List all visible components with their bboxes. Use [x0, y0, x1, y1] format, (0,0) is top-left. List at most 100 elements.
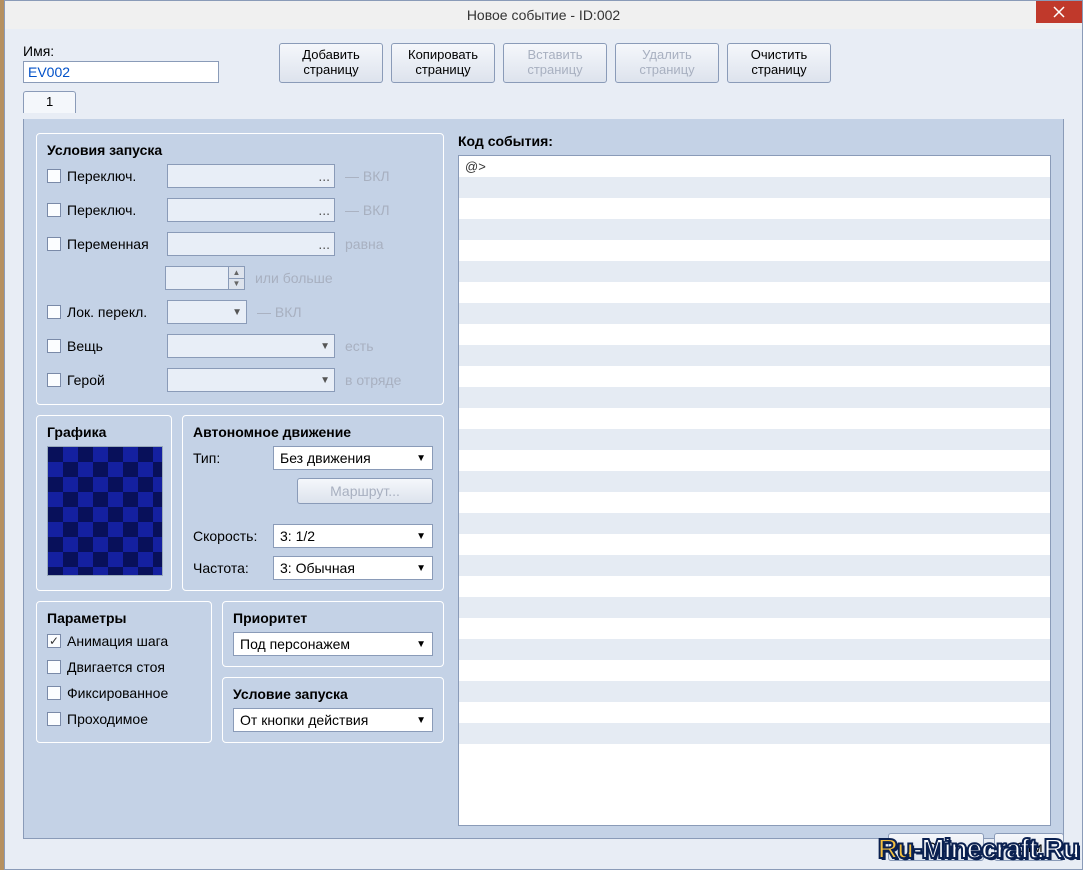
priority-combo[interactable]: Под персонажем▼	[233, 632, 433, 656]
selfswitch-label: Лок. перекл.	[67, 304, 161, 320]
graphic-preview[interactable]	[47, 446, 163, 576]
conditions-group: Условия запуска Переключ. ... — ВКЛ Пере…	[36, 133, 444, 405]
movetype-label: Тип:	[193, 450, 267, 466]
item-suffix: есть	[345, 338, 374, 354]
code-row[interactable]	[459, 408, 1050, 429]
code-row[interactable]	[459, 660, 1050, 681]
variable-suffix2: или больше	[255, 270, 333, 286]
speed-combo[interactable]: 3: 1/2▼	[273, 524, 433, 548]
code-row[interactable]	[459, 198, 1050, 219]
params-group: Параметры Анимация шага Двигается стоя Ф…	[36, 601, 212, 743]
switch1-field[interactable]: ...	[167, 164, 335, 188]
variable-suffix: равна	[345, 236, 384, 252]
code-row[interactable]	[459, 219, 1050, 240]
close-icon	[1053, 6, 1065, 18]
code-row[interactable]	[459, 492, 1050, 513]
trigger-title: Условие запуска	[233, 686, 433, 702]
code-row[interactable]	[459, 597, 1050, 618]
code-row[interactable]	[459, 324, 1050, 345]
code-row[interactable]	[459, 471, 1050, 492]
switch1-label: Переключ.	[67, 168, 161, 184]
code-row[interactable]	[459, 723, 1050, 744]
selfswitch-checkbox[interactable]	[47, 305, 61, 319]
name-input[interactable]	[23, 61, 219, 83]
code-row[interactable]	[459, 534, 1050, 555]
actor-checkbox[interactable]	[47, 373, 61, 387]
code-row[interactable]	[459, 429, 1050, 450]
step-anim-label: Анимация шага	[67, 633, 168, 649]
conditions-title: Условия запуска	[47, 142, 433, 158]
clear-page-button[interactable]: Очистить страницу	[727, 43, 831, 83]
code-row[interactable]	[459, 618, 1050, 639]
code-label: Код события:	[458, 133, 1051, 149]
code-row[interactable]	[459, 555, 1050, 576]
freq-label: Частота:	[193, 560, 267, 576]
walk-anim-checkbox[interactable]	[47, 660, 61, 674]
watermark: Ru-Minecraft.Ru	[878, 833, 1079, 866]
code-row[interactable]	[459, 366, 1050, 387]
code-list[interactable]: @>	[458, 155, 1051, 826]
movetype-combo[interactable]: Без движения▼	[273, 446, 433, 470]
code-row[interactable]	[459, 177, 1050, 198]
code-row[interactable]	[459, 702, 1050, 723]
tab-content: Условия запуска Переключ. ... — ВКЛ Пере…	[23, 119, 1064, 839]
copy-page-button[interactable]: Копировать страницу	[391, 43, 495, 83]
switch2-field[interactable]: ...	[167, 198, 335, 222]
code-row[interactable]	[459, 261, 1050, 282]
variable-value-spinner[interactable]: ▲▼	[165, 266, 245, 290]
item-label: Вещь	[67, 338, 161, 354]
variable-field[interactable]: ...	[167, 232, 335, 256]
priority-title: Приоритет	[233, 610, 433, 626]
automove-group: Автономное движение Тип: Без движения▼ М…	[182, 415, 444, 591]
switch2-checkbox[interactable]	[47, 203, 61, 217]
through-checkbox[interactable]	[47, 712, 61, 726]
code-row[interactable]: @>	[459, 156, 1050, 177]
fixed-dir-checkbox[interactable]	[47, 686, 61, 700]
graphic-title: Графика	[47, 424, 161, 440]
add-page-button[interactable]: Добавить страницу	[279, 43, 383, 83]
variable-label: Переменная	[67, 236, 161, 252]
code-row[interactable]	[459, 513, 1050, 534]
switch2-label: Переключ.	[67, 202, 161, 218]
code-row[interactable]	[459, 450, 1050, 471]
code-row[interactable]	[459, 282, 1050, 303]
page-tab-1[interactable]: 1	[23, 91, 76, 113]
code-row[interactable]	[459, 240, 1050, 261]
name-label: Имя:	[23, 43, 219, 59]
variable-checkbox[interactable]	[47, 237, 61, 251]
code-row[interactable]	[459, 639, 1050, 660]
selfswitch-suffix: — ВКЛ	[257, 304, 302, 320]
params-title: Параметры	[47, 610, 201, 626]
titlebar: Новое событие - ID:002	[5, 1, 1082, 29]
through-label: Проходимое	[67, 711, 148, 727]
graphic-group: Графика	[36, 415, 172, 591]
priority-group: Приоритет Под персонажем▼	[222, 601, 444, 667]
code-row[interactable]	[459, 303, 1050, 324]
window: Новое событие - ID:002 Имя: Добавить стр…	[4, 0, 1083, 870]
code-row[interactable]	[459, 345, 1050, 366]
paste-page-button[interactable]: Вставить страницу	[503, 43, 607, 83]
switch2-suffix: — ВКЛ	[345, 202, 390, 218]
route-button[interactable]: Маршрут...	[297, 478, 433, 504]
switch1-checkbox[interactable]	[47, 169, 61, 183]
code-row[interactable]	[459, 387, 1050, 408]
trigger-group: Условие запуска От кнопки действия▼	[222, 677, 444, 743]
delete-page-button[interactable]: Удалить страницу	[615, 43, 719, 83]
window-title: Новое событие - ID:002	[467, 7, 620, 23]
fixed-dir-label: Фиксированное	[67, 685, 168, 701]
speed-label: Скорость:	[193, 528, 267, 544]
actor-combo[interactable]: ▼	[167, 368, 335, 392]
automove-title: Автономное движение	[193, 424, 433, 440]
actor-suffix: в отряде	[345, 372, 401, 388]
code-row[interactable]	[459, 576, 1050, 597]
trigger-combo[interactable]: От кнопки действия▼	[233, 708, 433, 732]
freq-combo[interactable]: 3: Обычная▼	[273, 556, 433, 580]
switch1-suffix: — ВКЛ	[345, 168, 390, 184]
code-row[interactable]	[459, 681, 1050, 702]
item-checkbox[interactable]	[47, 339, 61, 353]
walk-anim-label: Двигается стоя	[67, 659, 165, 675]
selfswitch-combo[interactable]: ▼	[167, 300, 247, 324]
step-anim-checkbox[interactable]	[47, 634, 61, 648]
item-combo[interactable]: ▼	[167, 334, 335, 358]
close-button[interactable]	[1036, 1, 1082, 23]
